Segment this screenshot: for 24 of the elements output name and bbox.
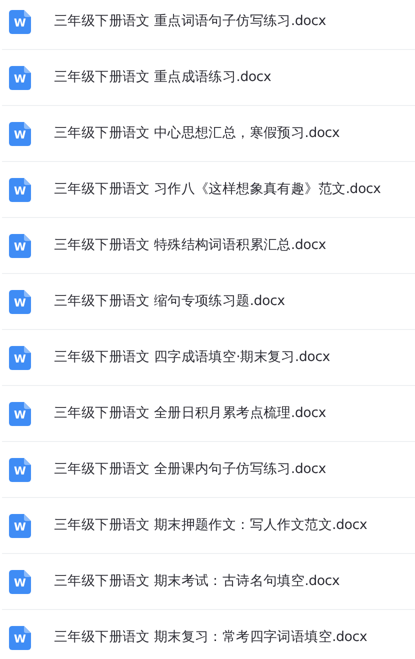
word-file-icon: W bbox=[9, 458, 31, 482]
file-name[interactable]: 三年级下册语文 缩句专项练习题.docx bbox=[54, 291, 285, 312]
word-file-icon: W bbox=[9, 626, 31, 650]
file-name[interactable]: 三年级下册语文 重点词语句子仿写练习.docx bbox=[54, 11, 326, 32]
file-name[interactable]: 三年级下册语文 重点成语练习.docx bbox=[54, 67, 272, 88]
file-name[interactable]: 三年级下册语文 期末考试：古诗名句填空.docx bbox=[54, 571, 340, 592]
word-file-icon: W bbox=[9, 122, 31, 146]
word-file-icon: W bbox=[9, 234, 31, 258]
word-file-icon: W bbox=[9, 290, 31, 314]
file-name[interactable]: 三年级下册语文 全册日积月累考点梳理.docx bbox=[54, 403, 326, 424]
file-name[interactable]: 三年级下册语文 四字成语填空·期末复习.docx bbox=[54, 347, 330, 368]
file-name[interactable]: 三年级下册语文 期末押题作文：写人作文范文.docx bbox=[54, 515, 368, 536]
file-name[interactable]: 三年级下册语文 特殊结构词语积累汇总.docx bbox=[54, 235, 326, 256]
word-file-icon: W bbox=[9, 402, 31, 426]
file-name[interactable]: 三年级下册语文 期末复习：常考四字词语填空.docx bbox=[54, 627, 368, 648]
word-file-icon: W bbox=[9, 346, 31, 370]
word-file-icon: W bbox=[9, 514, 31, 538]
file-name[interactable]: 三年级下册语文 全册课内句子仿写练习.docx bbox=[54, 459, 326, 480]
word-file-icon: W bbox=[9, 178, 31, 202]
word-file-icon: W bbox=[9, 10, 31, 34]
word-file-icon: W bbox=[9, 66, 31, 90]
file-name[interactable]: 三年级下册语文 习作八《这样想象真有趣》范文.docx bbox=[54, 179, 381, 200]
file-name[interactable]: 三年级下册语文 中心思想汇总，寒假预习.docx bbox=[54, 123, 340, 144]
word-file-icon: W bbox=[9, 570, 31, 594]
